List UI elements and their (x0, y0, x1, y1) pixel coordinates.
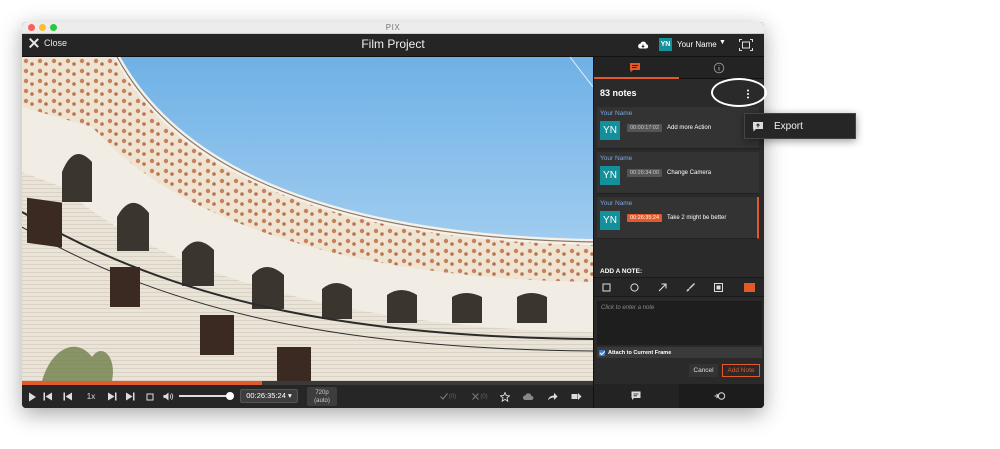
playback-speed[interactable]: 1x (84, 390, 98, 403)
note-item-selected[interactable]: Your Name YN 00:26:35:24 Take 2 might be… (597, 197, 759, 239)
close-label: Close (44, 38, 68, 48)
rectangle-tool-icon[interactable] (601, 282, 612, 293)
user-menu-caret[interactable]: ▼ (719, 39, 726, 46)
notes-panel: 83 notes Your Name YN 00:00:17:02 Add mo… (593, 57, 764, 408)
more-options-icon[interactable] (742, 87, 754, 101)
play-icon[interactable] (26, 390, 38, 403)
note-author: Your Name (600, 155, 633, 162)
video-frame-image (22, 57, 593, 381)
reject-button[interactable]: (0) (468, 390, 492, 403)
export-menu-item[interactable]: Export (744, 113, 856, 139)
tab-info-icon[interactable] (713, 62, 725, 74)
cancel-button[interactable]: Cancel (689, 364, 718, 377)
app-header: Close Film Project YN Your Name ▼ (22, 34, 764, 57)
arrow-tool-icon[interactable] (657, 282, 668, 293)
close-button[interactable]: Close (29, 38, 67, 48)
note-avatar: YN (600, 166, 620, 185)
player-controls: 1x 00:26:35:24 ▾ 720p (auto) (0) (0) (22, 385, 593, 408)
resolution-label: 720p (315, 390, 329, 396)
step-forward-icon[interactable] (106, 390, 118, 403)
note-item[interactable]: Your Name YN 00:00:17:02 Add more Action (597, 107, 759, 149)
step-back-icon[interactable] (62, 390, 74, 403)
volume-icon[interactable] (162, 390, 174, 403)
add-note-button[interactable]: Add Note (722, 364, 760, 377)
note-text: Change Camera (667, 170, 712, 176)
note-author: Your Name (600, 110, 633, 117)
skip-to-start-icon[interactable] (42, 390, 54, 403)
attach-checkbox[interactable] (599, 349, 605, 356)
window-titlebar: PIX (22, 22, 764, 34)
cloud-icon[interactable] (522, 390, 534, 403)
tab-notes-chat-icon[interactable] (629, 62, 641, 74)
note-avatar: YN (600, 121, 620, 140)
panel-tabs (594, 57, 764, 79)
close-icon (29, 38, 39, 48)
skip-to-end-icon[interactable] (124, 390, 136, 403)
note-author: Your Name (600, 200, 633, 207)
approve-button[interactable]: (0) (436, 390, 460, 403)
note-text: Add more Action (667, 125, 712, 131)
reject-count: (0) (480, 393, 488, 400)
note-text: Take 2 might be better (667, 215, 727, 221)
notes-count: 83 notes (600, 88, 637, 98)
x-icon (472, 393, 480, 400)
send-to-icon[interactable] (570, 390, 582, 403)
checkmark-icon (439, 393, 448, 400)
volume-slider[interactable] (179, 392, 234, 400)
activity-feed-icon[interactable] (714, 390, 726, 402)
brush-tool-icon[interactable] (685, 282, 696, 293)
timecode-display[interactable]: 00:26:35:24 ▾ (240, 389, 298, 403)
project-title: Film Project (361, 37, 425, 51)
video-frame[interactable] (22, 57, 593, 381)
stop-icon[interactable] (144, 390, 156, 403)
user-avatar[interactable]: YN (659, 38, 672, 51)
note-timecode[interactable]: 00:26:34:00 (627, 169, 663, 177)
fullscreen-icon[interactable] (739, 39, 753, 51)
color-picker-swatch[interactable] (744, 283, 755, 292)
attach-label: Attach to Current Frame (608, 349, 672, 356)
annotation-toolbar (594, 277, 764, 297)
cloud-download-icon[interactable] (637, 40, 649, 50)
panel-bottom-bar (594, 384, 764, 408)
frame-tool-icon[interactable] (713, 282, 724, 293)
star-icon[interactable] (499, 390, 511, 403)
export-label: Export (774, 120, 803, 132)
resolution-mode: (auto) (314, 398, 330, 404)
app-window: PIX Close Film Project YN Your Name ▼ 1x… (22, 22, 764, 408)
note-timecode[interactable]: 00:26:35:24 (627, 214, 663, 222)
window-title: PIX (385, 23, 401, 32)
note-input[interactable] (597, 301, 762, 345)
resolution-selector[interactable]: 720p (auto) (307, 387, 337, 406)
user-name[interactable]: Your Name (677, 40, 717, 49)
attach-to-frame-option[interactable]: Attach to Current Frame (597, 347, 762, 358)
approve-count: (0) (448, 393, 457, 400)
export-icon (753, 121, 763, 131)
share-icon[interactable] (546, 390, 558, 403)
add-note-heading: ADD A NOTE: (600, 268, 643, 275)
note-timecode[interactable]: 00:00:17:02 (627, 124, 663, 132)
notes-chat-icon (631, 391, 641, 400)
volume-slider-knob[interactable] (226, 392, 234, 400)
note-item[interactable]: Your Name YN 00:26:34:00 Change Camera (597, 152, 759, 194)
circle-tool-icon[interactable] (629, 282, 640, 293)
tab-active-indicator (594, 77, 679, 79)
note-avatar: YN (600, 211, 620, 230)
